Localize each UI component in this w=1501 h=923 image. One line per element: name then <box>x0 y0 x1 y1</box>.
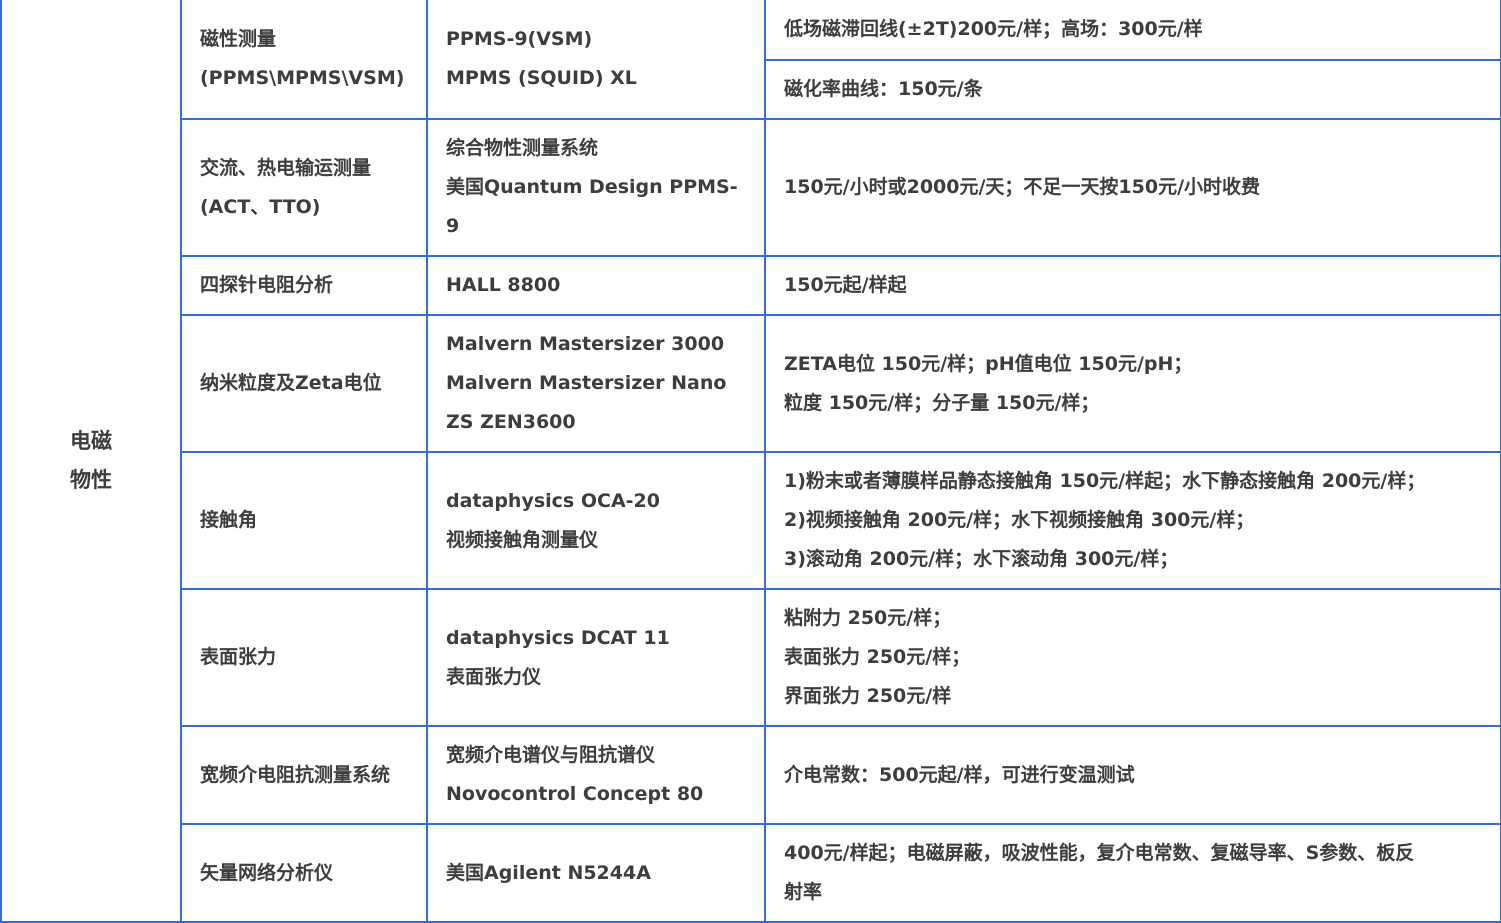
instrument-line: dataphysics OCA-20 <box>446 489 660 512</box>
price-cell: 150元起/样起 <box>764 255 1501 316</box>
price-line: 介电常数：500元起/样，可进行变温测试 <box>784 763 1135 786</box>
instrument-line: 综合物性测量系统 <box>446 137 599 159</box>
price-line: ZETA电位 150元/样；pH值电位 150元/pH； <box>784 352 1193 375</box>
instrument-cell: HALL 8800 <box>426 255 766 316</box>
price-line: 150元/小时或2000元/天；不足一天按150元/小时收费 <box>784 176 1261 198</box>
instrument-line: 美国Quantum Design PPMS- <box>446 176 738 198</box>
price-line: 3)滚动角 200元/样；水下滚动角 300元/样； <box>784 548 1179 570</box>
item-name-cell: 宽频介电阻抗测量系统 <box>180 725 428 825</box>
instrument-cell: dataphysics DCAT 11 表面张力仪 <box>426 588 766 727</box>
instrument-cell: 综合物性测量系统 美国Quantum Design PPMS- 9 <box>426 118 766 257</box>
table-row: 宽频介电阻抗测量系统 宽频介电谱仪与阻抗谱仪 Novocontrol Conce… <box>1 725 1501 825</box>
instrument-cell: PPMS-9(VSM) MPMS (SQUID) XL <box>426 0 766 120</box>
item-name-line: 接触角 <box>200 509 258 531</box>
item-name-cell: 四探针电阻分析 <box>180 255 428 316</box>
instrument-line: dataphysics DCAT 11 <box>446 626 670 649</box>
category-label-line1: 电磁 <box>70 428 112 453</box>
instrument-line: Malvern Mastersizer 3000 <box>446 333 725 355</box>
instrument-line: PPMS-9(VSM) <box>446 28 593 50</box>
item-name-line: (PPMS\MPMS\VSM) <box>200 67 405 89</box>
item-name-cell: 表面张力 <box>180 588 428 727</box>
table-row: 矢量网络分析仪 美国Agilent N5244A 400元/样起；电磁屏蔽，吸波… <box>1 823 1501 923</box>
table-row: 四探针电阻分析 HALL 8800 150元起/样起 <box>1 255 1501 316</box>
price-cell: 低场磁滞回线(±2T)200元/样；高场：300元/样 <box>764 0 1501 61</box>
instrument-cell: dataphysics OCA-20 视频接触角测量仪 <box>426 451 766 590</box>
price-cell: 介电常数：500元起/样，可进行变温测试 <box>764 725 1501 825</box>
item-name-line: 矢量网络分析仪 <box>200 861 334 884</box>
price-cell: 150元/小时或2000元/天；不足一天按150元/小时收费 <box>764 118 1501 257</box>
price-cell: 粘附力 250元/样； 表面张力 250元/样； 界面张力 250元/样 <box>764 588 1501 727</box>
instrument-line: 9 <box>446 215 460 237</box>
instrument-line: ZS ZEN3600 <box>446 411 576 433</box>
price-table: 电磁 物性 磁性测量 (PPMS\MPMS\VSM) PPMS-9(VSM) M… <box>0 0 1501 923</box>
price-cell: ZETA电位 150元/样；pH值电位 150元/pH； 粒度 150元/样；分… <box>764 314 1501 453</box>
table-row: 表面张力 dataphysics DCAT 11 表面张力仪 粘附力 250元/… <box>1 588 1501 727</box>
instrument-line: 视频接触角测量仪 <box>446 528 599 551</box>
table-row: 接触角 dataphysics OCA-20 视频接触角测量仪 1)粉末或者薄膜… <box>1 451 1501 590</box>
category-cell: 电磁 物性 <box>0 0 182 923</box>
item-name-cell: 接触角 <box>180 451 428 590</box>
item-name-cell: 交流、热电输运测量 (ACT、TTO) <box>180 118 428 257</box>
price-cell: 400元/样起；电磁屏蔽，吸波性能，复介电常数、复磁导率、S参数、板反 射率 <box>764 823 1501 923</box>
item-name-line: 纳米粒度及Zeta电位 <box>200 372 382 394</box>
item-name-cell: 磁性测量 (PPMS\MPMS\VSM) <box>180 0 428 120</box>
instrument-cell: 宽频介电谱仪与阻抗谱仪 Novocontrol Concept 80 <box>426 725 766 825</box>
item-name-line: 四探针电阻分析 <box>200 274 334 296</box>
instrument-line: MPMS (SQUID) XL <box>446 67 637 89</box>
price-line: 2)视频接触角 200元/样；水下视频接触角 300元/样； <box>784 509 1255 531</box>
price-line: 400元/样起；电磁屏蔽，吸波性能，复介电常数、复磁导率、S参数、板反 <box>784 842 1415 864</box>
item-name-cell: 纳米粒度及Zeta电位 <box>180 314 428 453</box>
item-name-line: 磁性测量 <box>200 28 277 50</box>
instrument-line: HALL 8800 <box>446 274 561 296</box>
instrument-line: 表面张力仪 <box>446 665 542 688</box>
price-line: 界面张力 250元/样 <box>784 685 952 707</box>
instrument-line: 宽频介电谱仪与阻抗谱仪 <box>446 744 656 766</box>
instrument-line: Malvern Mastersizer Nano <box>446 372 727 394</box>
price-line: 粒度 150元/样；分子量 150元/样； <box>784 391 1100 414</box>
item-name-line: 交流、热电输运测量 <box>200 156 372 179</box>
price-line: 1)粉末或者薄膜样品静态接触角 150元/样起；水下静态接触角 200元/样； <box>784 470 1426 492</box>
price-line: 粘附力 250元/样； <box>784 607 952 629</box>
instrument-line: Novocontrol Concept 80 <box>446 783 704 805</box>
item-name-cell: 矢量网络分析仪 <box>180 823 428 923</box>
instrument-line: 美国Agilent N5244A <box>446 861 651 884</box>
instrument-cell: 美国Agilent N5244A <box>426 823 766 923</box>
table-row: 电磁 物性 磁性测量 (PPMS\MPMS\VSM) PPMS-9(VSM) M… <box>0 0 1501 923</box>
price-line: 低场磁滞回线(±2T)200元/样；高场：300元/样 <box>784 18 1203 40</box>
price-line: 表面张力 250元/样； <box>784 646 971 668</box>
price-line: 150元起/样起 <box>784 274 907 296</box>
price-cell: 1)粉末或者薄膜样品静态接触角 150元/样起；水下静态接触角 200元/样； … <box>764 451 1501 590</box>
item-name-line: 宽频介电阻抗测量系统 <box>200 763 391 786</box>
instrument-cell: Malvern Mastersizer 3000 Malvern Masters… <box>426 314 766 453</box>
category-label-line2: 物性 <box>70 467 112 492</box>
price-cell: 磁化率曲线：150元/条 <box>764 59 1501 120</box>
price-line: 射率 <box>784 881 823 903</box>
price-line: 磁化率曲线：150元/条 <box>784 78 983 100</box>
item-name-line: (ACT、TTO) <box>200 195 321 218</box>
table-row: 交流、热电输运测量 (ACT、TTO) 综合物性测量系统 美国Quantum D… <box>1 118 1501 257</box>
item-name-line: 表面张力 <box>200 646 277 668</box>
table-row: 纳米粒度及Zeta电位 Malvern Mastersizer 3000 Mal… <box>1 314 1501 453</box>
